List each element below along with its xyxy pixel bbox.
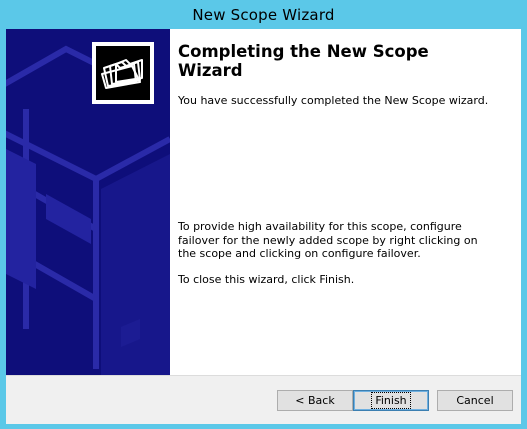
success-message: You have successfully completed the New … (178, 94, 489, 107)
wizard-window: New Scope Wizard Completing the New Scop… (0, 0, 527, 429)
page-title: Completing the New Scope Wizard (178, 42, 429, 80)
cancel-button[interactable]: Cancel (437, 390, 513, 411)
cancel-button-label: Cancel (456, 394, 494, 407)
folders-icon (96, 46, 150, 100)
button-bar: < Back Finish Cancel (6, 375, 521, 424)
close-instructions: To close this wizard, click Finish. (178, 273, 355, 286)
wizard-content: Completing the New Scope Wizard You have… (178, 29, 513, 375)
back-button-label: < Back (295, 394, 335, 407)
back-button[interactable]: < Back (277, 390, 353, 411)
finish-button-label: Finish (371, 392, 411, 409)
wizard-client-area: Completing the New Scope Wizard You have… (6, 29, 521, 424)
title-bar[interactable]: New Scope Wizard (0, 0, 527, 29)
window-title: New Scope Wizard (192, 5, 335, 24)
wizard-banner (6, 29, 170, 375)
finish-button[interactable]: Finish (353, 390, 429, 411)
wizard-icon-frame (92, 42, 154, 104)
failover-message: To provide high availability for this sc… (178, 220, 478, 260)
